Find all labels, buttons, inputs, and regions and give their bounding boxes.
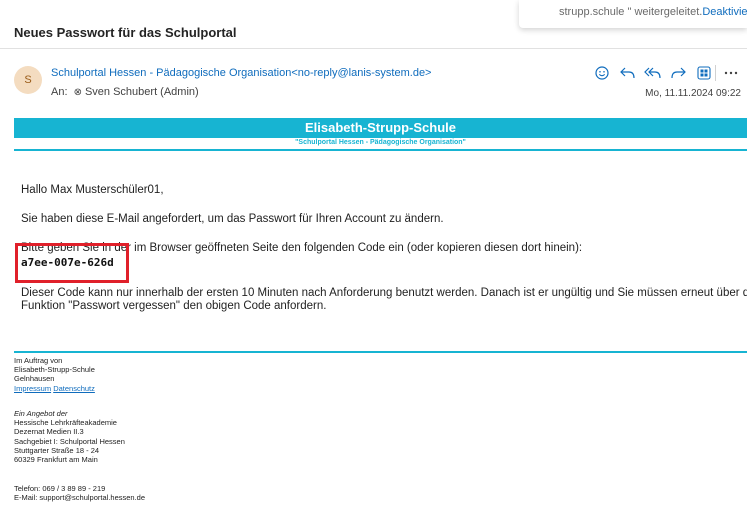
footer-provider-title: Ein Angebot der xyxy=(14,409,125,418)
code-highlight-box xyxy=(15,243,129,283)
footer-line: 60329 Frankfurt am Main xyxy=(14,455,98,465)
school-banner: Elisabeth-Strupp-Schule xyxy=(14,118,747,138)
sender-name[interactable]: Schulportal Hessen - Pädagogische Organi… xyxy=(51,67,291,79)
footer-links: Impressum Datenschutz xyxy=(14,384,95,393)
banner-divider xyxy=(14,149,747,151)
footer-block-school: Im Auftrag von Elisabeth-Strupp-Schule G… xyxy=(14,356,95,393)
recipient-name[interactable]: Sven Schubert (Admin) xyxy=(85,86,199,98)
email-date: Mo, 11.11.2024 09:22 xyxy=(645,88,741,99)
forwarding-notice-text: strupp.schule " weitergeleitet. xyxy=(559,6,703,18)
email-subject: Neues Passwort für das Schulportal xyxy=(14,25,237,40)
body-line-validity: Dieser Code kann nur innerhalb der erste… xyxy=(21,287,747,299)
footer-line: Stuttgarter Straße 18 - 24 xyxy=(14,445,100,455)
footer-block-contact: Telefon: 069 / 3 89 89 - 219 E-Mail: sup… xyxy=(14,484,145,502)
actions-separator xyxy=(715,65,716,81)
recipient-presence-icon: ⊗ xyxy=(73,87,82,98)
footer-phone: Telefon: 069 / 3 89 89 - 219 xyxy=(14,484,106,493)
footer-provider-title-text: Ein Angebot der xyxy=(14,409,68,418)
body-line-validity-2: Funktion "Passwort vergessen" den obigen… xyxy=(21,300,327,312)
footer-line: Im Auftrag von xyxy=(14,356,63,365)
footer-line: Gelnhausen xyxy=(14,374,55,384)
email-reading-pane: strupp.schule " weitergeleitet.Deaktivie… xyxy=(0,0,747,511)
recipient-label: An: xyxy=(51,86,68,98)
deactivate-link[interactable]: Deaktiviere xyxy=(702,6,747,18)
greeting: Hallo Max Musterschüler01, xyxy=(21,184,164,196)
footer-line: Hessische Lehrkräfteakademie xyxy=(14,418,117,428)
reply-icon[interactable] xyxy=(617,63,637,83)
body-line-request: Sie haben diese E-Mail angefordert, um d… xyxy=(21,213,444,225)
footer-divider xyxy=(14,351,747,353)
footer-line: Elisabeth-Strupp-Schule xyxy=(14,365,95,375)
footer-block-provider: Ein Angebot der Hessische Lehrkräfteakad… xyxy=(14,409,125,464)
sender-avatar[interactable]: S xyxy=(14,66,42,94)
sender-line[interactable]: Schulportal Hessen - Pädagogische Organi… xyxy=(51,67,431,79)
apps-icon[interactable] xyxy=(694,63,714,83)
sender-address[interactable]: <no-reply@lanis-system.de> xyxy=(291,67,431,79)
datenschutz-link[interactable]: Datenschutz xyxy=(53,384,95,393)
footer-line: Dezernat Medien II.3 xyxy=(14,427,84,437)
impressum-link[interactable]: Impressum xyxy=(14,384,51,393)
reply-all-icon[interactable] xyxy=(642,63,662,83)
recipient-line: An: ⊗ Sven Schubert (Admin) xyxy=(51,86,199,98)
school-subbanner: "Schulportal Hessen - Pädagogische Organ… xyxy=(295,139,466,146)
footer-email[interactable]: E-Mail: support@schulportal.hessen.de xyxy=(14,493,145,502)
forwarding-notice: strupp.schule " weitergeleitet.Deaktivie… xyxy=(519,0,747,28)
emoji-icon[interactable] xyxy=(592,63,612,83)
footer-line: Sachgebiet I: Schulportal Hessen xyxy=(14,436,125,446)
subject-divider xyxy=(0,48,747,49)
forward-icon[interactable] xyxy=(668,63,688,83)
more-icon[interactable] xyxy=(721,63,741,83)
